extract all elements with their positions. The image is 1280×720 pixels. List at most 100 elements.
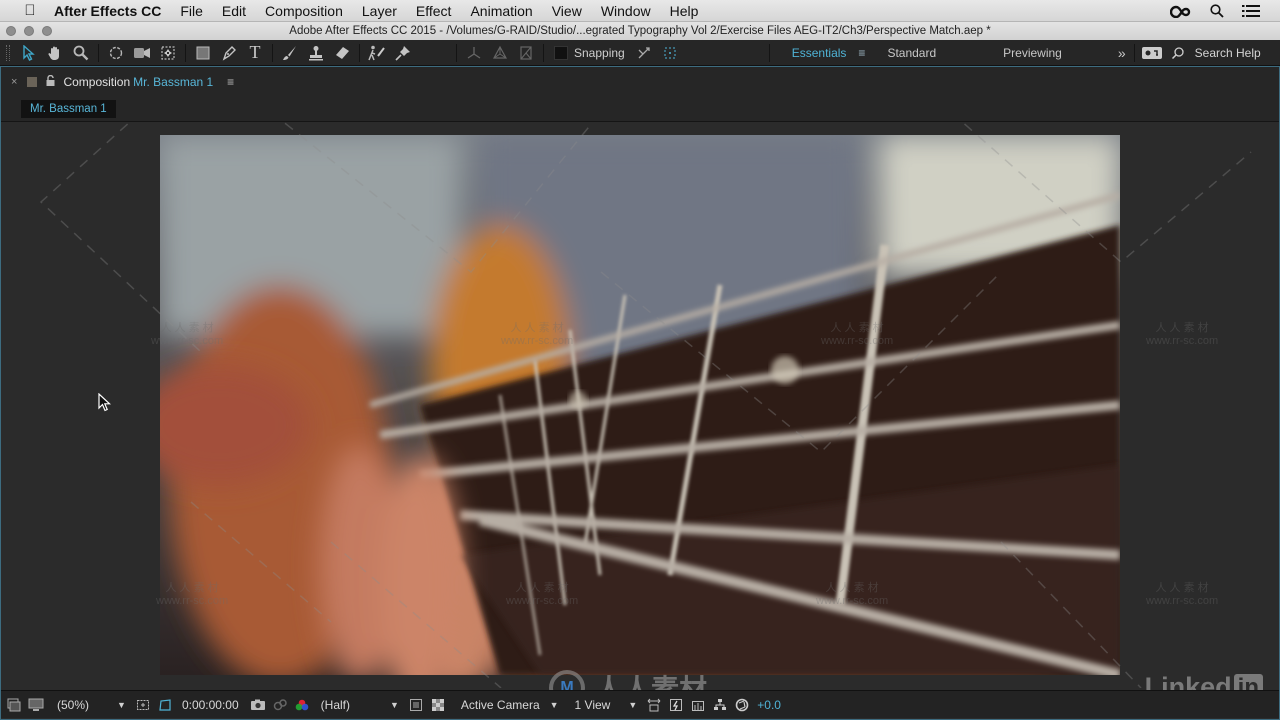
local-axis-mode-icon[interactable]: [461, 41, 487, 65]
selection-tool-icon[interactable]: [16, 41, 42, 65]
menu-file[interactable]: File: [180, 3, 203, 19]
window-title: Adobe After Effects CC 2015 - /Volumes/G…: [289, 25, 991, 37]
menu-view[interactable]: View: [552, 3, 582, 19]
panel-tab-comp-name: Mr. Bassman 1: [133, 74, 214, 89]
resolution-dropdown-arrow-icon[interactable]: ▼: [390, 700, 399, 710]
lock-icon[interactable]: [46, 74, 55, 89]
clone-stamp-tool-icon[interactable]: [303, 41, 329, 65]
menu-layer[interactable]: Layer: [362, 3, 397, 19]
toolbar-divider: [272, 43, 273, 62]
app-menu[interactable]: After Effects CC: [54, 3, 161, 19]
apple-menu-icon[interactable]: : [20, 2, 40, 19]
snapping-checkbox[interactable]: [554, 45, 568, 60]
close-window-button[interactable]: [6, 26, 16, 36]
show-snapshot-icon[interactable]: [269, 694, 291, 716]
mac-menubar:  After Effects CC File Edit Composition…: [0, 0, 1280, 22]
rotation-tool-icon[interactable]: [103, 41, 129, 65]
toolbar-divider: [456, 43, 457, 62]
3d-view-dropdown[interactable]: Active Camera: [457, 698, 544, 712]
menu-animation[interactable]: Animation: [470, 3, 532, 19]
workspace-essentials[interactable]: Essentials: [792, 46, 847, 60]
composition-viewer[interactable]: 人 人 素 材 www.rr-sc.com 人 人 素 材 www.rr-sc.co…: [1, 122, 1279, 688]
composition-frame[interactable]: [160, 135, 1120, 675]
breadcrumb-comp[interactable]: Mr. Bassman 1: [21, 99, 116, 118]
panel-tab-label: Composition: [63, 74, 131, 89]
magnification-dropdown[interactable]: (50%): [53, 698, 93, 712]
toolbar-divider: [768, 43, 770, 62]
workspaces-overflow-button[interactable]: »: [1118, 45, 1126, 61]
window-controls: [6, 26, 52, 36]
menu-edit[interactable]: Edit: [222, 3, 246, 19]
composition-panel: × Composition Mr. Bassman 1 ≡ Mr. Bassma…: [0, 66, 1280, 720]
view-layout-dropdown[interactable]: 1 View: [571, 698, 615, 712]
type-tool-icon[interactable]: T: [242, 41, 268, 65]
take-snapshot-icon[interactable]: [247, 694, 269, 716]
hand-tool-icon[interactable]: [42, 41, 68, 65]
workspace-menu-icon[interactable]: ≡: [858, 46, 865, 60]
workspace-previewing[interactable]: Previewing: [1003, 46, 1062, 60]
notification-list-icon[interactable]: [1242, 5, 1260, 17]
roto-brush-tool-icon[interactable]: [364, 41, 390, 65]
pen-tool-icon[interactable]: [216, 41, 242, 65]
pan-behind-tool-icon[interactable]: [155, 41, 181, 65]
camera-tool-icon[interactable]: [129, 41, 155, 65]
spotlight-search-icon[interactable]: [1210, 4, 1224, 18]
brush-tool-icon[interactable]: [277, 41, 303, 65]
view-axis-mode-icon[interactable]: [513, 41, 539, 65]
toolbar-divider: [359, 43, 360, 62]
minimize-window-button[interactable]: [24, 26, 34, 36]
reset-exposure-icon[interactable]: [731, 694, 753, 716]
snap-edges-icon[interactable]: [631, 41, 657, 65]
viewer-footer-controls: (50%) ▼ 0:00:00:00 (Half) ▼ Active Camer…: [1, 690, 1279, 718]
puppet-pin-tool-icon[interactable]: [390, 41, 416, 65]
watermark-caption: 人 人 素 材 www.rr-sc.com: [1146, 582, 1219, 607]
creative-cloud-icon[interactable]: [1170, 4, 1192, 18]
menu-window[interactable]: Window: [601, 3, 651, 19]
toolbar-grip[interactable]: [6, 44, 10, 61]
fast-previews-icon[interactable]: [665, 694, 687, 716]
toolbar-divider: [185, 43, 186, 62]
mouse-cursor-icon: [98, 393, 112, 412]
title-action-safe-icon[interactable]: [132, 694, 154, 716]
resolution-dropdown[interactable]: (Half): [317, 698, 354, 712]
window-titlebar: Adobe After Effects CC 2015 - /Volumes/G…: [0, 22, 1280, 40]
transparency-grid-icon[interactable]: [427, 694, 449, 716]
composition-panel-tab[interactable]: × Composition Mr. Bassman 1 ≡: [1, 66, 1279, 96]
toolbar-divider: [98, 43, 99, 62]
watermark-caption: 人 人 素 材 www.rr-sc.com: [1146, 322, 1219, 347]
show-channel-icon[interactable]: [291, 694, 313, 716]
tools-panel: T Snapping Essentials ≡ Standard Preview…: [0, 40, 1280, 66]
toolbar-divider: [543, 43, 544, 62]
composition-breadcrumb-bar: Mr. Bassman 1: [1, 96, 1279, 122]
zoom-tool-icon[interactable]: [68, 41, 94, 65]
comp-flowchart-icon[interactable]: [709, 694, 731, 716]
3d-view-dropdown-arrow-icon[interactable]: ▼: [550, 700, 559, 710]
region-of-interest-icon[interactable]: [405, 694, 427, 716]
toggle-mask-visibility-icon[interactable]: [154, 694, 176, 716]
workspace-standard[interactable]: Standard: [887, 46, 936, 60]
menu-effect[interactable]: Effect: [416, 3, 452, 19]
eraser-tool-icon[interactable]: [329, 41, 355, 65]
snapping-label: Snapping: [574, 45, 625, 60]
zoom-window-button[interactable]: [42, 26, 52, 36]
snap-features-icon[interactable]: [657, 41, 683, 65]
sync-settings-icon[interactable]: [1139, 41, 1165, 65]
toolbar-divider: [1133, 43, 1135, 62]
rectangle-tool-icon[interactable]: [190, 41, 216, 65]
panel-menu-icon[interactable]: ≡: [227, 75, 234, 89]
exposure-value[interactable]: +0.0: [753, 698, 785, 712]
search-help-icon[interactable]: [1165, 41, 1191, 65]
magnification-dropdown-arrow-icon[interactable]: ▼: [117, 700, 126, 710]
toggle-pixel-aspect-icon[interactable]: [643, 694, 665, 716]
current-time-display[interactable]: 0:00:00:00: [178, 698, 243, 712]
timeline-icon[interactable]: [687, 694, 709, 716]
always-preview-icon[interactable]: [3, 694, 25, 716]
monitor-preview-icon[interactable]: [25, 694, 47, 716]
close-panel-icon[interactable]: ×: [11, 76, 17, 88]
search-help-input[interactable]: Search Help: [1195, 46, 1261, 60]
menu-help[interactable]: Help: [670, 3, 699, 19]
bass-guitar-footage: [160, 135, 1120, 675]
menu-composition[interactable]: Composition: [265, 3, 343, 19]
view-layout-dropdown-arrow-icon[interactable]: ▼: [628, 700, 637, 710]
world-axis-mode-icon[interactable]: [487, 41, 513, 65]
